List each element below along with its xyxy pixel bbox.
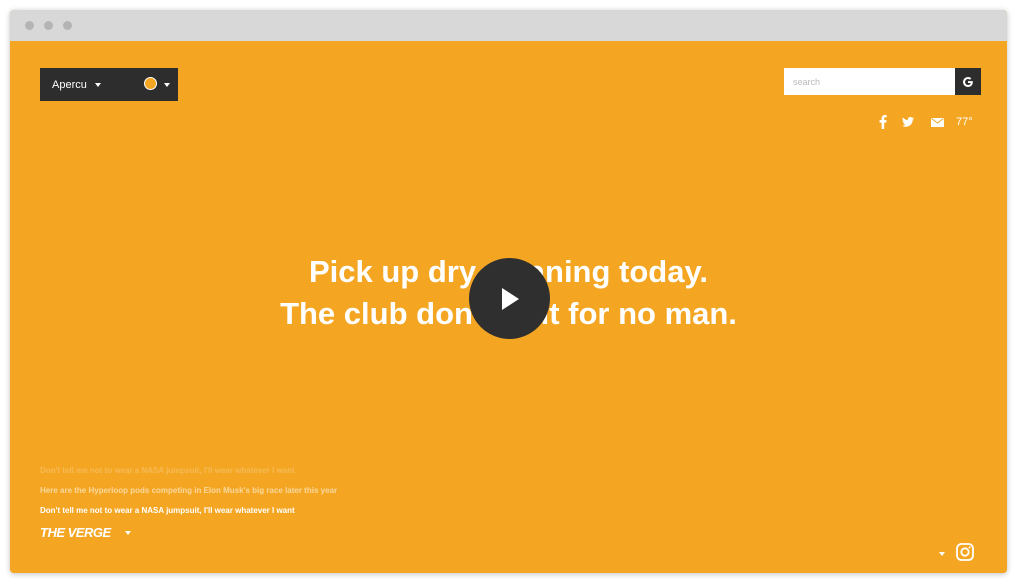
color-dropdown-icon[interactable]: [164, 83, 170, 87]
story-link-2[interactable]: Here are the Hyperloop pods competing in…: [40, 486, 337, 495]
google-g-icon: [963, 76, 973, 87]
window-titlebar: [10, 10, 1007, 41]
browser-window: Apercu 77° Pick up dry cleaning today.: [10, 10, 1007, 573]
twitter-icon[interactable]: [900, 114, 916, 130]
search-input[interactable]: [784, 68, 955, 95]
facebook-icon[interactable]: [876, 114, 890, 130]
verge-logo[interactable]: THE VERGE: [40, 525, 111, 540]
font-name: Apercu: [52, 78, 87, 91]
brand-dropdown-icon[interactable]: [125, 531, 131, 535]
play-icon: [501, 287, 519, 310]
font-picker[interactable]: Apercu: [40, 68, 178, 101]
color-swatch[interactable]: [144, 77, 157, 90]
instagram-icon[interactable]: [956, 543, 974, 561]
search-button[interactable]: [955, 68, 981, 95]
window-maximize-dot[interactable]: [63, 21, 72, 30]
share-dropdown-icon[interactable]: [939, 552, 945, 556]
mail-icon[interactable]: [928, 114, 946, 130]
window-close-dot[interactable]: [25, 21, 34, 30]
temperature-readout: 77°: [956, 116, 973, 128]
window-minimize-dot[interactable]: [44, 21, 53, 30]
page-content: Apercu 77° Pick up dry cleaning today.: [10, 41, 1007, 573]
font-dropdown-icon[interactable]: [94, 82, 101, 87]
story-link-3[interactable]: Don't tell me not to wear a NASA jumpsui…: [40, 506, 295, 515]
story-link-1[interactable]: Don't tell me not to wear a NASA jumpsui…: [40, 466, 295, 475]
play-button[interactable]: [469, 258, 550, 339]
